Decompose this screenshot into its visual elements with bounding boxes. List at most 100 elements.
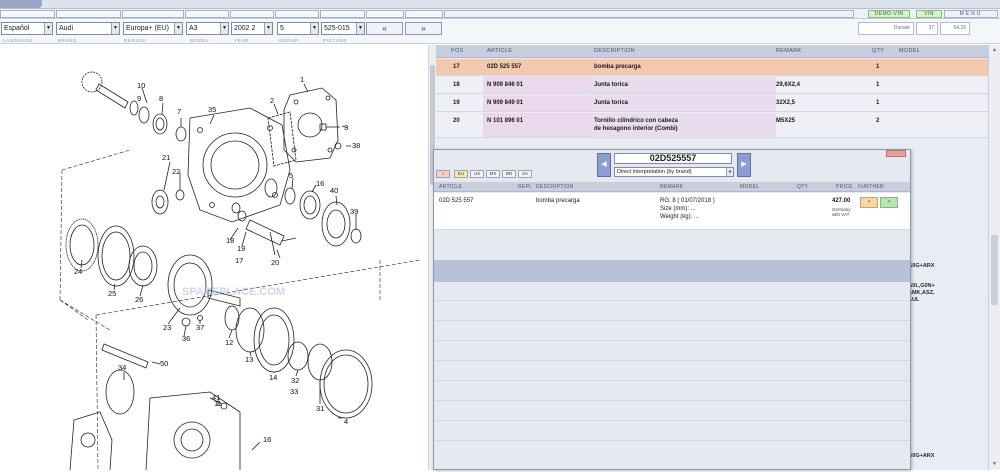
table-row[interactable]: 17 02D 525 557 bomba precarga 1 [436, 59, 988, 76]
year-sub-value: 2 [251, 25, 256, 32]
tab-picture[interactable] [320, 10, 365, 18]
menu-button[interactable]: MENU [944, 10, 998, 18]
scroll-up-icon[interactable]: ▲ [991, 47, 998, 53]
brand-select[interactable]: Audi ▼ [56, 22, 120, 35]
row-article[interactable]: 02D 525 557 [487, 63, 521, 71]
tab-language[interactable] [0, 10, 55, 18]
svg-text:9: 9 [137, 94, 141, 103]
result-remark-2: Size (mm): ... [660, 206, 696, 212]
scroll-down-icon[interactable]: ▼ [991, 461, 998, 467]
flag-toggle[interactable]: » [436, 170, 450, 178]
row-remark: 32X2,5 [776, 100, 796, 106]
flag-eu[interactable]: EU [454, 170, 468, 178]
dialog-divider [434, 229, 910, 230]
vin-button[interactable]: VIN [916, 10, 942, 18]
tab-brand[interactable] [56, 10, 121, 18]
flag-us[interactable]: US [470, 170, 484, 178]
tab-year[interactable] [230, 10, 274, 18]
tab-group[interactable] [275, 10, 319, 18]
flag-br[interactable]: BR [502, 170, 516, 178]
tab-model[interactable] [185, 10, 229, 18]
svg-text:3: 3 [344, 123, 348, 132]
svg-text:41: 41 [212, 393, 220, 402]
row-pos: 19 [453, 100, 460, 106]
dialog-divider [434, 340, 910, 341]
svg-text:40: 40 [330, 186, 338, 195]
table-row[interactable]: 20 N 101 896 01 Tornillo cilindrico con … [436, 113, 988, 138]
row-article[interactable]: N 909 849 01 [487, 99, 523, 107]
svg-text:23: 23 [163, 323, 171, 332]
svg-text:2: 2 [270, 96, 274, 105]
svg-text:37: 37 [196, 323, 204, 332]
header-article: ARTICLE [487, 48, 513, 54]
counter-b: 64.26 [940, 22, 970, 35]
model-select[interactable]: A3 ▼ [186, 22, 229, 35]
label-year: YEAR [234, 38, 249, 43]
language-select[interactable]: Español ▼ [1, 22, 53, 35]
svg-text:18: 18 [226, 236, 234, 245]
dialog-header-further: FURTHER [858, 184, 884, 190]
flag-mx[interactable]: MX [486, 170, 500, 178]
dialog-result-row[interactable]: 02D 525 557 bomba precarga RG: 8 ( 01/07… [434, 193, 910, 229]
model-code: AMK,ASZ, [908, 290, 935, 296]
counter-a: 37 [916, 22, 938, 35]
parts-list-header: POS ARTICLE DESCRIPTION REMARK QTY MODEL [436, 45, 988, 58]
table-row[interactable]: 18 N 909 846 01 Junta torica 29,6X2,4 1 [436, 77, 988, 94]
flag-sa[interactable]: SA [518, 170, 532, 178]
svg-text:39: 39 [350, 207, 358, 216]
donate-box[interactable]: Donate [858, 22, 914, 35]
year-value: 2002 [234, 25, 250, 32]
tab-next[interactable] [405, 10, 443, 18]
region-select[interactable]: Europa+ (EU) ▼ [123, 22, 183, 35]
next-picture-button[interactable]: » [405, 22, 442, 35]
row-qty: 2 [876, 118, 880, 124]
row-qty: 1 [876, 82, 880, 88]
svg-text:13: 13 [245, 355, 253, 364]
year-select[interactable]: 2002 2 ▼ [231, 22, 273, 35]
tab-prev[interactable] [366, 10, 404, 18]
svg-text:1: 1 [300, 75, 304, 84]
group-select[interactable]: 5 ▼ [277, 22, 319, 35]
label-group: GROUP [279, 38, 299, 43]
svg-text:31: 31 [316, 404, 324, 413]
label-model: MODEL [190, 38, 210, 43]
tab-region[interactable] [122, 10, 184, 18]
further-info-button[interactable]: > [860, 197, 878, 208]
row-pos: 18 [453, 82, 460, 88]
svg-text:26: 26 [135, 295, 143, 304]
list-scroll-thumb[interactable] [991, 235, 998, 305]
row-article[interactable]: N 101 896 01 [487, 117, 523, 125]
further-go-button[interactable]: > [880, 197, 898, 208]
title-strip [0, 0, 1000, 9]
close-icon[interactable] [886, 150, 906, 157]
row-pos: 20 [453, 118, 460, 124]
result-article[interactable]: 02D 525 557 [439, 198, 473, 205]
row-article[interactable]: N 909 846 01 [487, 81, 523, 89]
part-number-input[interactable]: 02D525557 [614, 153, 732, 164]
demo-vin-button[interactable]: DEMO-VIN [868, 10, 910, 18]
table-row[interactable]: 19 N 909 849 01 Junta torica 32X2,5 1 [436, 95, 988, 112]
svg-text:32: 32 [291, 376, 299, 385]
dialog-header-qty: QTY [797, 184, 809, 190]
parts-diagram[interactable]: 123 457 8 9 10 11 12 14 13 16 17 18 19 20 21 22 23… [0, 45, 428, 471]
list-scrollbar[interactable]: ▲ ▼ [988, 45, 1000, 470]
interpretation-select[interactable]: Direct interpretation (by brand) ▼ [614, 167, 734, 177]
prev-arrow-icon[interactable]: ◀ [597, 153, 611, 177]
header-remark: REMARK [776, 48, 802, 54]
header-model: MODEL [899, 48, 921, 54]
svg-text:22: 22 [172, 167, 180, 176]
selector-labels: LANGUAGE BRAND REGION MODEL YEAR GROUP P… [0, 37, 1000, 44]
picture-value: 525-015 [324, 25, 350, 32]
interpretation-value: Direct interpretation (by brand) [617, 169, 692, 175]
picture-select[interactable]: 525-015 ▼ [321, 22, 365, 35]
header-pos: POS [451, 48, 464, 54]
result-price: 427.00 [832, 198, 851, 204]
app-icon[interactable] [0, 0, 42, 8]
svg-text:8: 8 [159, 94, 163, 103]
prev-picture-button[interactable]: « [366, 22, 403, 35]
dialog-divider [434, 400, 910, 401]
exploded-view-drawing: 123 457 8910 111214 131617 181920 212223… [59, 71, 421, 471]
model-code: G0G+ARX [908, 263, 935, 269]
next-arrow-icon[interactable]: ▶ [737, 153, 751, 177]
svg-text:38: 38 [352, 141, 360, 150]
